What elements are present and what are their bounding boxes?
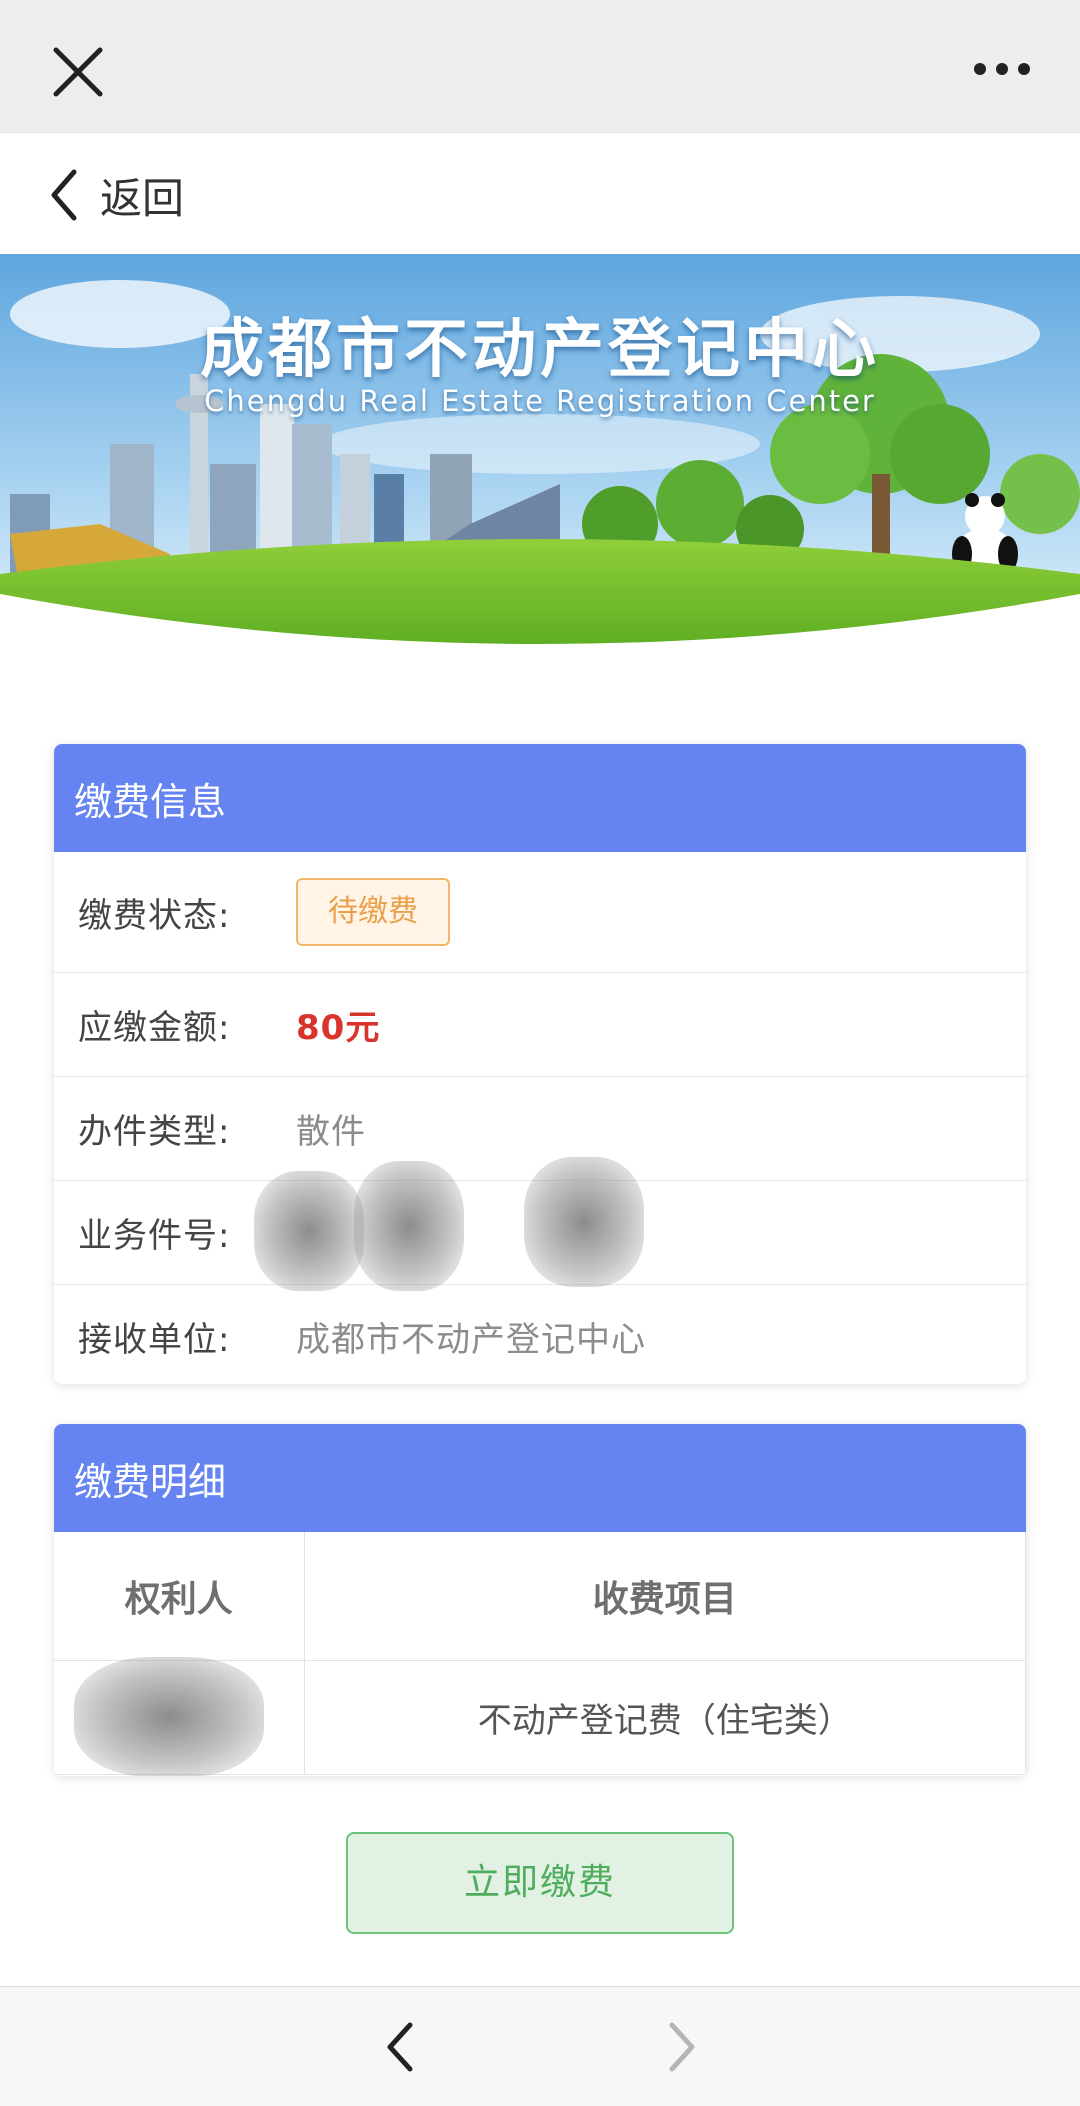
payment-details-card: 缴费明细 权利人 收费项目 不动产登记费（住宅类） <box>54 1424 1026 1776</box>
amount-value: 80元 <box>296 1008 381 1048</box>
case-type-value: 散件 <box>296 1112 366 1152</box>
receiver-value: 成都市不动产登记中心 <box>296 1320 646 1360</box>
fee-table: 权利人 收费项目 不动产登记费（住宅类） <box>54 1532 1026 1776</box>
banner-subtitle: Chengdu Real Estate Registration Center <box>204 384 876 418</box>
close-icon[interactable] <box>50 44 106 100</box>
more-icon[interactable] <box>972 60 1032 78</box>
holder-cell <box>54 1656 305 1776</box>
status-badge: 待缴费 <box>296 878 450 946</box>
payment-info-card: 缴费信息 缴费状态: 待缴费 应缴金额: 80元 办件类型: 散件 业务件号: … <box>54 744 1026 1384</box>
case-type-label: 办件类型: <box>78 1112 231 1152</box>
banner: 成都市不动产登记中心 Chengdu Real Estate Registrat… <box>0 254 1080 684</box>
pay-now-button[interactable]: 立即缴费 <box>346 1832 734 1934</box>
info-row-amount: 应缴金额: 80元 <box>54 972 1026 1076</box>
info-row-receiver: 接收单位: 成都市不动产登记中心 <box>54 1284 1026 1384</box>
payment-info-header: 缴费信息 <box>54 744 1026 852</box>
fee-item-cell: 不动产登记费（住宅类） <box>304 1660 1026 1775</box>
table-header-row: 权利人 收费项目 <box>54 1532 1026 1661</box>
table-row: 不动产登记费（住宅类） <box>54 1656 1026 1776</box>
bottom-nav-bar <box>0 1986 1080 2106</box>
payment-details-header: 缴费明细 <box>54 1424 1026 1532</box>
info-row-case-type: 办件类型: 散件 <box>54 1076 1026 1180</box>
browser-top-bar <box>0 0 1080 132</box>
amount-label: 应缴金额: <box>78 1008 231 1048</box>
nav-forward-icon[interactable] <box>660 2017 704 2077</box>
redaction-smudge <box>74 1656 264 1776</box>
back-button[interactable]: 返回 <box>44 163 184 227</box>
info-row-business-number: 业务件号: <box>54 1157 1026 1291</box>
redaction-smudge <box>254 1171 364 1291</box>
nav-bar: 返回 <box>0 132 1080 254</box>
status-label: 缴费状态: <box>78 895 231 936</box>
banner-title: 成都市不动产登记中心 <box>200 313 880 387</box>
info-row-status: 缴费状态: 待缴费 <box>54 852 1026 972</box>
column-header-item: 收费项目 <box>304 1532 1026 1661</box>
nav-back-icon[interactable] <box>378 2017 422 2077</box>
chevron-left-icon <box>51 169 77 221</box>
back-label: 返回 <box>100 173 185 223</box>
column-header-holder: 权利人 <box>54 1532 305 1661</box>
receiver-label: 接收单位: <box>78 1320 231 1360</box>
redaction-smudge <box>524 1157 644 1287</box>
redaction-smudge <box>354 1161 464 1291</box>
